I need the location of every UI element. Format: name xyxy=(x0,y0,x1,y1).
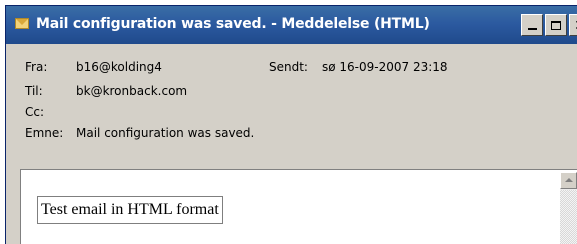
envelope-icon xyxy=(15,18,29,29)
cc-label: Cc: xyxy=(25,105,45,119)
message-text: Test email in HTML format xyxy=(37,196,223,224)
to-value: bk@kronback.com xyxy=(76,84,188,98)
sent-value: sø 16-09-2007 23:18 xyxy=(322,60,448,74)
minimize-icon xyxy=(527,28,537,30)
from-label: Fra: xyxy=(25,60,48,74)
from-value: b16@kolding4 xyxy=(76,60,162,74)
scroll-up-arrow-icon xyxy=(565,178,573,182)
minimize-button[interactable] xyxy=(521,14,543,36)
window-title: Mail configuration was saved. - Meddelel… xyxy=(36,16,430,32)
subject-label: Emne: xyxy=(25,126,64,140)
message-header: Fra: b16@kolding4 Sendt: sø 16-09-2007 2… xyxy=(6,44,577,164)
message-window: Mail configuration was saved. - Meddelel… xyxy=(5,5,577,244)
to-label: Til: xyxy=(25,84,43,98)
scroll-up-button[interactable] xyxy=(560,172,577,189)
message-body[interactable]: Test email in HTML format xyxy=(20,169,577,244)
maximize-button[interactable] xyxy=(545,14,567,36)
sent-label: Sendt: xyxy=(269,60,308,74)
maximize-icon xyxy=(551,21,561,30)
close-button[interactable]: ✕ xyxy=(569,14,577,36)
title-bar[interactable]: Mail configuration was saved. - Meddelel… xyxy=(6,6,577,44)
subject-value: Mail configuration was saved. xyxy=(76,126,255,140)
